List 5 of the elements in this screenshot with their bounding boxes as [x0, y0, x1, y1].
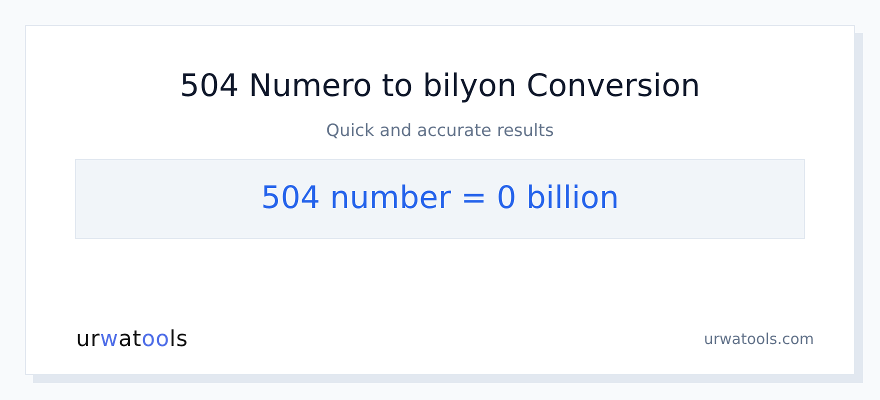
conversion-result: 504 number = 0 billion — [75, 158, 805, 239]
page-title: 504 Numero to bilyon Conversion — [180, 68, 700, 106]
subtitle: Quick and accurate results — [326, 120, 554, 144]
site-url: urwatools.com — [704, 329, 814, 350]
logo: urwatools — [76, 326, 188, 354]
